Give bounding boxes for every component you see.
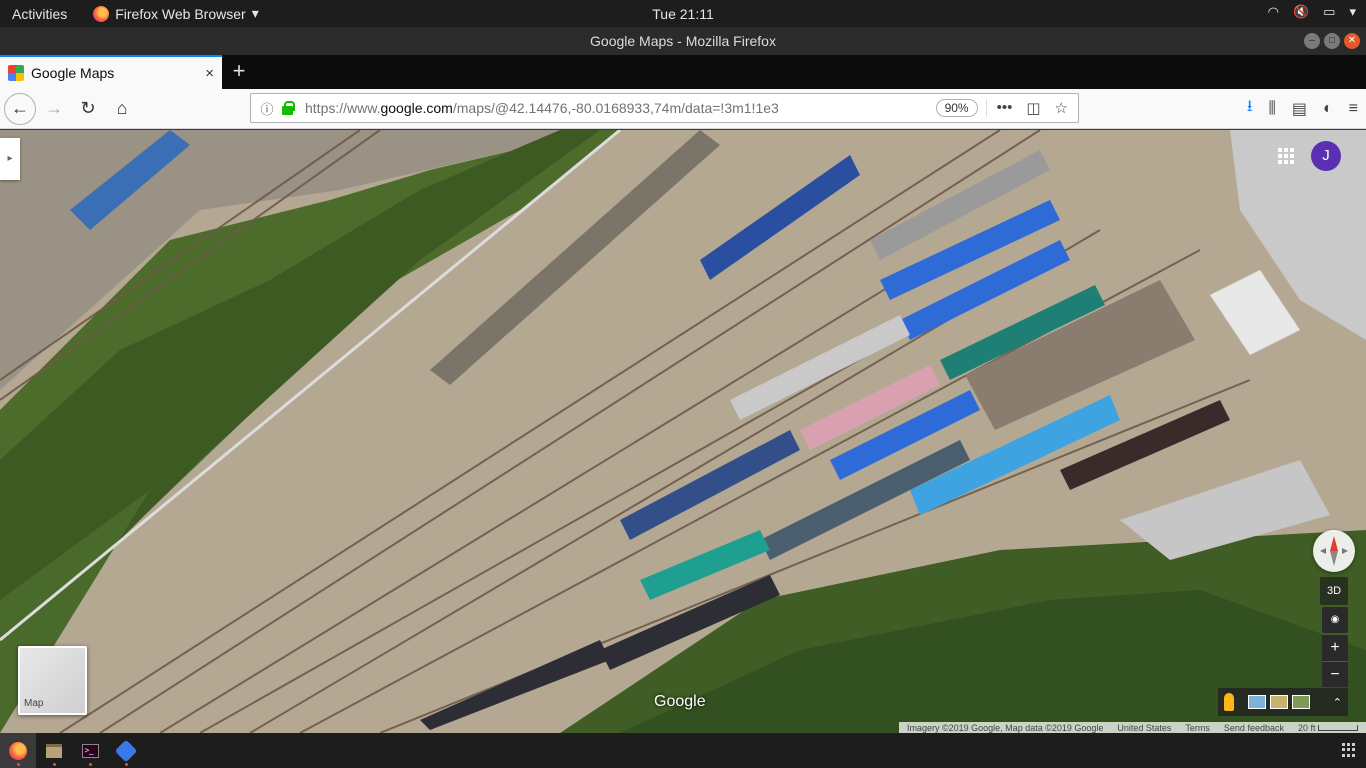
maximize-button[interactable]: □ <box>1324 33 1340 49</box>
map-layer-toggle[interactable]: Map <box>18 646 87 715</box>
side-panel-toggle[interactable]: ▸ <box>0 138 20 180</box>
url-host: google.com <box>380 100 453 116</box>
back-button[interactable]: ← <box>4 92 36 125</box>
imagery-strip: ⌃ <box>1218 688 1348 716</box>
url-path: /maps/@42.14476,-80.0168933,74m/data=!3m… <box>452 100 779 116</box>
battery-icon: ▭ <box>1323 4 1336 19</box>
terminal-icon: >_ <box>81 743 99 758</box>
dock: >_ <box>0 733 1366 768</box>
sidebar-icon[interactable]: ▤ <box>1292 99 1307 119</box>
compass-needle-icon <box>1320 536 1348 566</box>
map-attribution: Imagery ©2019 Google, Map data ©2019 Goo… <box>899 722 1366 733</box>
zoom-in-button[interactable]: + <box>1322 635 1348 661</box>
send-feedback-link[interactable]: Send feedback <box>1224 723 1284 733</box>
reload-button[interactable]: ↻ <box>72 93 104 125</box>
dock-firefox[interactable] <box>0 733 36 768</box>
new-tab-button[interactable]: + <box>222 55 256 89</box>
activities-button[interactable]: Activities <box>0 6 79 22</box>
compass-control[interactable] <box>1313 530 1355 572</box>
window-titlebar: Google Maps - Mozilla Firefox – □ ✕ <box>0 27 1366 55</box>
navigation-toolbar: ← → ↻ ⌂ ⓘ https://www.google.com/maps/@4… <box>0 89 1366 129</box>
account-avatar[interactable]: J <box>1311 141 1341 171</box>
zoom-level-badge[interactable]: 90% <box>935 99 978 117</box>
satellite-imagery[interactable] <box>0 130 1366 733</box>
terms-link[interactable]: Terms <box>1185 723 1210 733</box>
url-scheme: https://www. <box>305 100 381 116</box>
system-menu-icon: ▾ <box>1349 4 1356 19</box>
scale-label: 20 ft <box>1297 722 1316 733</box>
lock-icon[interactable] <box>279 101 297 115</box>
network-icon <box>114 739 138 762</box>
scale-bar <box>1318 724 1358 731</box>
3d-toggle-button[interactable]: 3D <box>1320 577 1348 605</box>
map-layer-label: Map <box>24 698 44 709</box>
home-button[interactable]: ⌂ <box>106 93 138 125</box>
close-tab-icon[interactable]: × <box>205 65 214 82</box>
expand-imagery-icon[interactable]: ⌃ <box>1333 696 1342 709</box>
more-actions-icon[interactable]: ••• <box>997 99 1013 117</box>
firefox-icon <box>93 5 110 22</box>
system-top-bar: Activities Firefox Web Browser ▾ Tue 21:… <box>0 0 1366 27</box>
account-icon[interactable]: ◐ <box>1323 100 1333 118</box>
info-icon[interactable]: ⓘ <box>255 99 279 118</box>
imagery-thumb-2[interactable] <box>1270 695 1288 709</box>
forward-button[interactable]: → <box>38 93 70 125</box>
wifi-icon: ◠ <box>1267 4 1279 19</box>
zoom-out-button[interactable]: − <box>1322 661 1348 687</box>
google-logo: Google <box>654 693 706 710</box>
map-canvas[interactable]: ▸ J Map Google 3D ◉ + − ⌃ Imagery ©2019 … <box>0 130 1366 733</box>
app-menu-label: Firefox Web Browser <box>115 5 246 22</box>
dock-network[interactable] <box>108 733 144 768</box>
window-title: Google Maps - Mozilla Firefox <box>590 33 776 49</box>
pegman-icon[interactable] <box>1224 693 1234 711</box>
url-text[interactable]: https://www.google.com/maps/@42.14476,-8… <box>305 100 936 116</box>
page-actions: ••• ◫ ☆ <box>985 99 1078 117</box>
bookmark-star-icon[interactable]: ☆ <box>1055 99 1068 117</box>
system-tray[interactable]: ◠ 🔇 ▭ ▾ <box>1268 4 1356 20</box>
hamburger-menu-icon[interactable]: ≡ <box>1349 100 1358 118</box>
firefox-icon <box>9 741 27 760</box>
minimize-button[interactable]: – <box>1304 33 1320 49</box>
url-bar[interactable]: ⓘ https://www.google.com/maps/@42.14476,… <box>250 93 1079 123</box>
imagery-thumb-1[interactable] <box>1248 695 1266 709</box>
imagery-thumb-3[interactable] <box>1292 695 1310 709</box>
toolbar-right: ⭳ ⫼ ▤ ◐ ≡ <box>1247 95 1358 122</box>
show-applications-icon[interactable] <box>1342 743 1356 757</box>
google-maps-favicon-icon <box>8 65 24 81</box>
download-icon[interactable]: ⭳ <box>1247 95 1253 122</box>
tab-title: Google Maps <box>31 65 115 81</box>
scale-indicator[interactable]: 20 ft <box>1298 723 1358 733</box>
close-window-button[interactable]: ✕ <box>1344 33 1360 49</box>
google-apps-icon[interactable] <box>1278 148 1294 164</box>
tab-strip: Google Maps × + <box>0 55 1366 89</box>
volume-muted-icon: 🔇 <box>1292 4 1310 19</box>
window-controls: – □ ✕ <box>1304 33 1360 49</box>
files-icon <box>46 743 62 758</box>
tab-google-maps[interactable]: Google Maps × <box>0 55 222 89</box>
app-menu[interactable]: Firefox Web Browser ▾ <box>79 5 259 22</box>
country-label[interactable]: United States <box>1117 723 1171 733</box>
my-location-button[interactable]: ◉ <box>1322 607 1348 633</box>
pocket-icon[interactable]: ◫ <box>1026 99 1040 117</box>
imagery-credit: Imagery ©2019 Google, Map data ©2019 Goo… <box>907 722 1104 733</box>
dock-files[interactable] <box>36 733 72 768</box>
dock-terminal[interactable]: >_ <box>72 733 108 768</box>
chevron-down-icon: ▾ <box>251 5 259 21</box>
library-icon[interactable]: ⫼ <box>1268 100 1275 118</box>
